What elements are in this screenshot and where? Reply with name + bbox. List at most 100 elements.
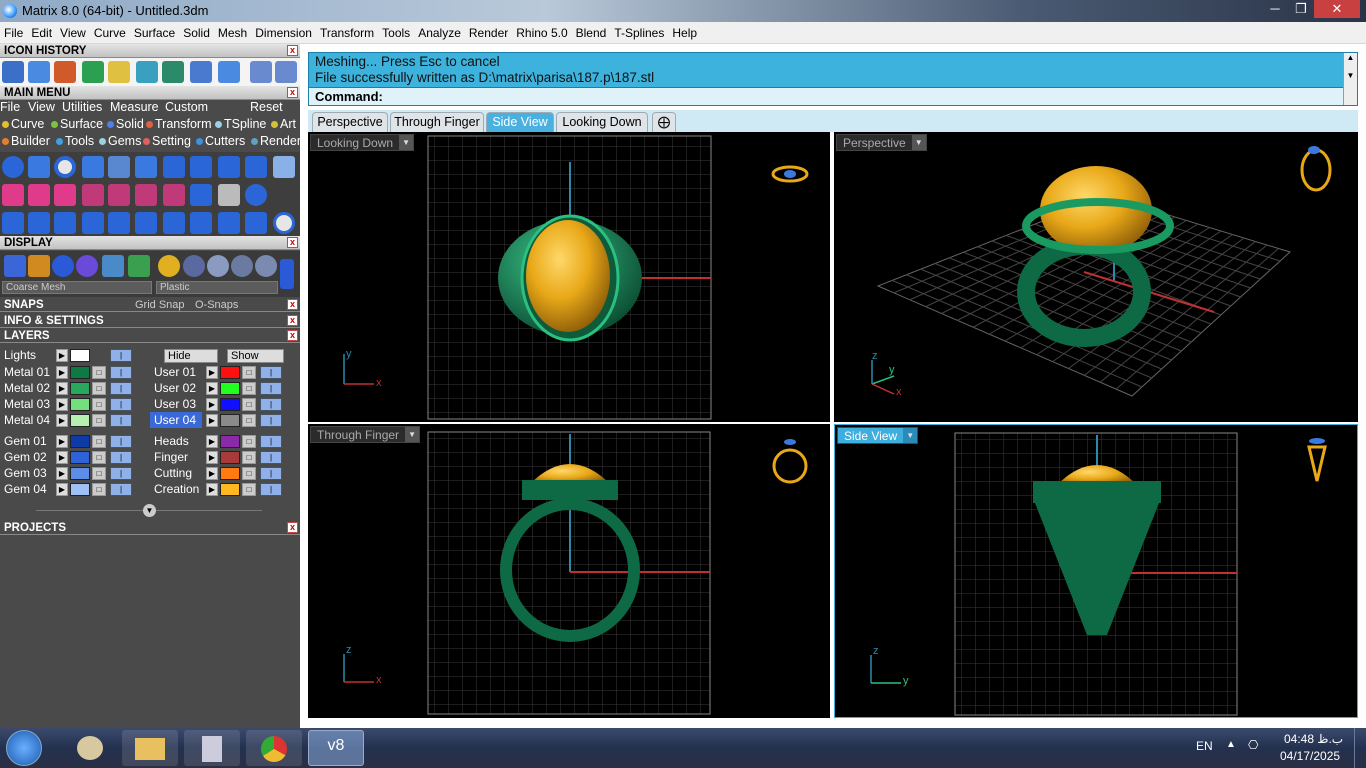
lock-icon[interactable]: □ [242, 451, 256, 464]
shaded-icon[interactable] [52, 255, 74, 277]
cube-tool-icon[interactable] [163, 184, 185, 206]
lock-icon[interactable]: □ [242, 483, 256, 496]
collapse-icon[interactable]: ▼ [143, 504, 156, 517]
cat-render[interactable]: Render [251, 134, 301, 148]
layer-row[interactable]: User 04 ▶ □ | [150, 412, 290, 428]
paint-taskbar-icon[interactable] [62, 730, 118, 766]
cat-setting[interactable]: Setting [143, 134, 191, 148]
visibility-icon[interactable]: | [110, 451, 132, 464]
visibility-icon[interactable]: | [260, 483, 282, 496]
network-icon[interactable]: ⎔ [1248, 738, 1258, 752]
cat-gems[interactable]: Gems [99, 134, 141, 148]
lock-icon[interactable]: □ [92, 483, 106, 496]
display-header[interactable]: DISPLAY x [0, 236, 300, 250]
cat-cutters[interactable]: Cutters [196, 134, 245, 148]
clock-date[interactable]: 04/17/2025 [1280, 749, 1340, 763]
grid-icon[interactable] [2, 61, 24, 83]
menu-tsplines[interactable]: T-Splines [610, 22, 668, 40]
cat-builder[interactable]: Builder [2, 134, 50, 148]
expand-icon[interactable]: ▶ [56, 398, 68, 411]
visibility-icon[interactable]: | [260, 435, 282, 448]
curve2-tool-icon[interactable] [54, 212, 76, 234]
start-button[interactable] [6, 730, 42, 766]
layer-row[interactable]: Gem 01 ▶ □ | [0, 433, 140, 449]
box-icon[interactable] [108, 61, 130, 83]
steel-material-icon[interactable] [231, 255, 253, 277]
menu-analyze[interactable]: Analyze [414, 22, 465, 40]
snaps-header[interactable]: SNAPS Grid Snap O-Snaps x [0, 298, 300, 312]
visibility-icon[interactable]: | [110, 483, 132, 496]
expand-icon[interactable]: ▶ [206, 467, 218, 480]
hide-button[interactable]: Hide [164, 349, 218, 363]
layer-row[interactable]: Finger ▶ □ | [150, 449, 290, 465]
cat-art[interactable]: Art [271, 117, 296, 131]
pipe-tool-icon[interactable] [218, 184, 240, 206]
visibility-icon[interactable]: | [110, 349, 132, 362]
lock-icon[interactable]: □ [242, 467, 256, 480]
surface-icon[interactable] [136, 61, 158, 83]
layer-color[interactable] [220, 414, 240, 427]
layer-color[interactable] [70, 467, 90, 480]
lock-icon[interactable]: □ [92, 382, 106, 395]
visibility-icon[interactable]: | [110, 366, 132, 379]
layer-color[interactable] [220, 366, 240, 379]
check-icon[interactable] [218, 61, 240, 83]
plus-tool-2-icon[interactable] [28, 184, 50, 206]
calculator-taskbar-icon[interactable] [184, 730, 240, 766]
wireframe-icon[interactable] [4, 255, 26, 277]
prong-tool-icon[interactable] [108, 156, 130, 178]
material-dropdown[interactable]: Plastic [156, 281, 278, 294]
layer-row[interactable]: Gem 02 ▶ □ | [0, 449, 140, 465]
expand-icon[interactable]: ▶ [56, 366, 68, 379]
osnaps-toggle[interactable]: O-Snaps [195, 298, 238, 312]
expand-icon[interactable]: ▶ [206, 483, 218, 496]
expand-icon[interactable]: ▶ [56, 451, 68, 464]
restore-icon[interactable]: ❐ [1288, 0, 1314, 18]
close-icon[interactable]: x [287, 522, 298, 533]
layer-row-lights[interactable]: Lights ▶ | [0, 347, 140, 363]
lock-icon[interactable]: □ [92, 398, 106, 411]
visibility-icon[interactable]: | [260, 398, 282, 411]
info-settings-header[interactable]: INFO & SETTINGS x [0, 314, 300, 328]
visibility-icon[interactable]: | [260, 382, 282, 395]
expand-icon[interactable]: ▶ [206, 398, 218, 411]
grid-snap-toggle[interactable]: Grid Snap [135, 298, 185, 312]
size-tool-icon[interactable] [245, 156, 267, 178]
expand-icon[interactable]: ▶ [206, 451, 218, 464]
lock-icon[interactable]: □ [242, 366, 256, 379]
expand-icon[interactable]: ▶ [56, 349, 68, 362]
layer-row[interactable]: Metal 01 ▶ □ | [0, 364, 140, 380]
cat-surface[interactable]: Surface [51, 117, 103, 131]
layer-row[interactable]: User 03 ▶ □ | [150, 396, 290, 412]
layer-color[interactable] [70, 451, 90, 464]
chrome-material-icon[interactable] [207, 255, 229, 277]
layer-color[interactable] [220, 435, 240, 448]
close-icon[interactable]: x [287, 87, 298, 98]
command-scrollbar[interactable]: ▲ ▼ [1343, 53, 1357, 105]
layer-row[interactable]: Gem 04 ▶ □ | [0, 481, 140, 497]
expand-icon[interactable]: ▶ [206, 414, 218, 427]
head-tool-icon[interactable] [135, 156, 157, 178]
gem-array-icon[interactable] [2, 212, 24, 234]
chain-tool-icon[interactable] [190, 212, 212, 234]
tab-looking-down[interactable]: Looking Down [556, 112, 648, 132]
explorer-taskbar-icon[interactable] [122, 730, 178, 766]
menu-edit[interactable]: Edit [27, 22, 56, 40]
close-icon[interactable]: x [287, 237, 298, 248]
scale-tool-icon[interactable] [135, 212, 157, 234]
bezel-tool-icon[interactable] [163, 156, 185, 178]
check-tool-icon[interactable] [190, 184, 212, 206]
arrow-right-icon[interactable] [275, 61, 297, 83]
render-view-icon[interactable] [76, 255, 98, 277]
menu-mesh[interactable]: Mesh [214, 22, 251, 40]
layer-row[interactable]: Gem 03 ▶ □ | [0, 465, 140, 481]
show-hidden-icons[interactable]: ▲ [1226, 739, 1236, 750]
visibility-icon[interactable]: | [110, 467, 132, 480]
menu-view[interactable]: View [56, 22, 90, 40]
visibility-icon[interactable]: | [110, 398, 132, 411]
arc-tool-icon[interactable] [82, 184, 104, 206]
v-icon[interactable] [162, 61, 184, 83]
layer-row[interactable]: Cutting ▶ □ | [150, 465, 290, 481]
layer-row[interactable]: Creation ▶ □ | [150, 481, 290, 497]
ring-builder-icon[interactable] [218, 156, 240, 178]
